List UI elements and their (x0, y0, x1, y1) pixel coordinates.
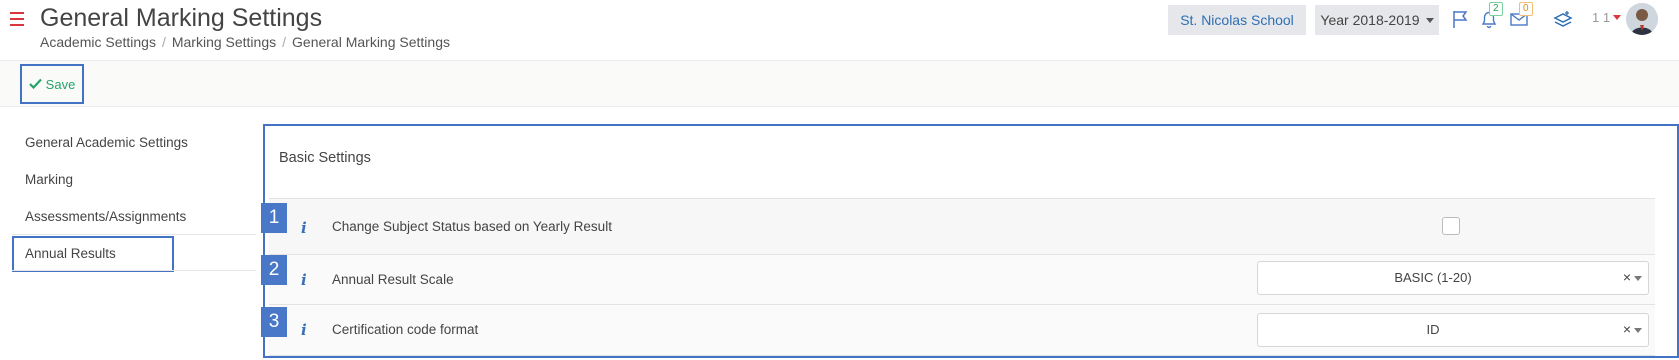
breadcrumb-separator: / (282, 34, 287, 50)
breadcrumb-item[interactable]: Marking Settings (172, 34, 276, 50)
setting-label: Certification code format (332, 322, 479, 337)
sidebar-item-general-academic-settings[interactable]: General Academic Settings (12, 124, 256, 161)
breadcrumb-item[interactable]: Academic Settings (40, 34, 156, 50)
step-number-badge: 1 (261, 203, 287, 233)
chevron-down-icon[interactable] (1634, 328, 1642, 333)
sidebar-item-marking[interactable]: Marking (12, 161, 256, 198)
save-button[interactable]: Save (20, 64, 84, 104)
sidebar-item-label: General Academic Settings (25, 134, 188, 150)
setting-label: Change Subject Status based on Yearly Re… (332, 219, 612, 234)
panel-heading: Basic Settings (279, 150, 371, 166)
chevron-down-icon[interactable] (1634, 276, 1642, 281)
check-icon (28, 77, 42, 92)
year-label: Year 2018-2019 (1320, 12, 1420, 28)
setting-row: 3 i Certification code format ID × (261, 304, 1655, 356)
select-value: ID (1426, 322, 1440, 337)
user-menu-toggle[interactable]: 1 1 (1592, 10, 1622, 25)
clear-icon[interactable]: × (1623, 269, 1631, 285)
setting-label: Annual Result Scale (332, 272, 454, 287)
year-selector-button[interactable]: Year 2018-2019 (1315, 5, 1439, 35)
info-icon[interactable]: i (301, 321, 307, 339)
chevron-down-icon (1425, 17, 1434, 23)
setting-row: 1 i Change Subject Status based on Yearl… (261, 198, 1655, 254)
hamburger-menu-icon[interactable] (10, 12, 24, 26)
school-selector-button[interactable]: St. Nicolas School (1168, 5, 1306, 35)
step-number-badge: 3 (261, 307, 287, 337)
basic-settings-panel: Basic Settings 1 i Change Subject Status… (261, 124, 1679, 358)
breadcrumb-current: General Marking Settings (292, 34, 450, 50)
save-label: Save (45, 76, 76, 92)
chevron-down-icon (1613, 15, 1622, 20)
avatar[interactable] (1626, 3, 1658, 35)
sidebar-divider (12, 270, 256, 271)
page-title: General Marking Settings (40, 4, 323, 32)
certification-code-format-select[interactable]: ID × (1257, 313, 1649, 347)
messages-badge: 0 (1519, 2, 1533, 16)
layers-icon[interactable] (1552, 8, 1574, 30)
breadcrumb-separator: / (161, 34, 166, 50)
info-icon[interactable]: i (301, 271, 307, 289)
change-subject-status-checkbox[interactable] (1442, 217, 1460, 235)
setting-row: 2 i Annual Result Scale BASIC (1-20) × (261, 254, 1655, 304)
breadcrumb: Academic Settings / Marking Settings / Gener… (40, 34, 450, 50)
sidebar-item-label: Assessments/Assignments (25, 208, 187, 224)
notifications-badge: 2 (1489, 2, 1503, 16)
annual-result-scale-select[interactable]: BASIC (1-20) × (1257, 261, 1649, 295)
flag-icon[interactable] (1450, 8, 1472, 30)
bell-icon[interactable]: 2 (1478, 2, 1503, 30)
step-number-badge: 2 (261, 255, 287, 285)
toolbar: Save (0, 61, 1679, 107)
info-icon[interactable]: i (301, 219, 307, 237)
envelope-icon[interactable]: 0 (1508, 2, 1533, 30)
select-value: BASIC (1-20) (1394, 270, 1472, 285)
sidebar-item-label: Marking (25, 171, 74, 187)
page-header: General Marking Settings Academic Settin… (0, 0, 1679, 61)
active-item-highlight (12, 236, 174, 272)
sidebar-item-assessments-assignments[interactable]: Assessments/Assignments (12, 198, 256, 235)
user-label: 1 1 (1592, 10, 1611, 25)
clear-icon[interactable]: × (1623, 321, 1631, 337)
